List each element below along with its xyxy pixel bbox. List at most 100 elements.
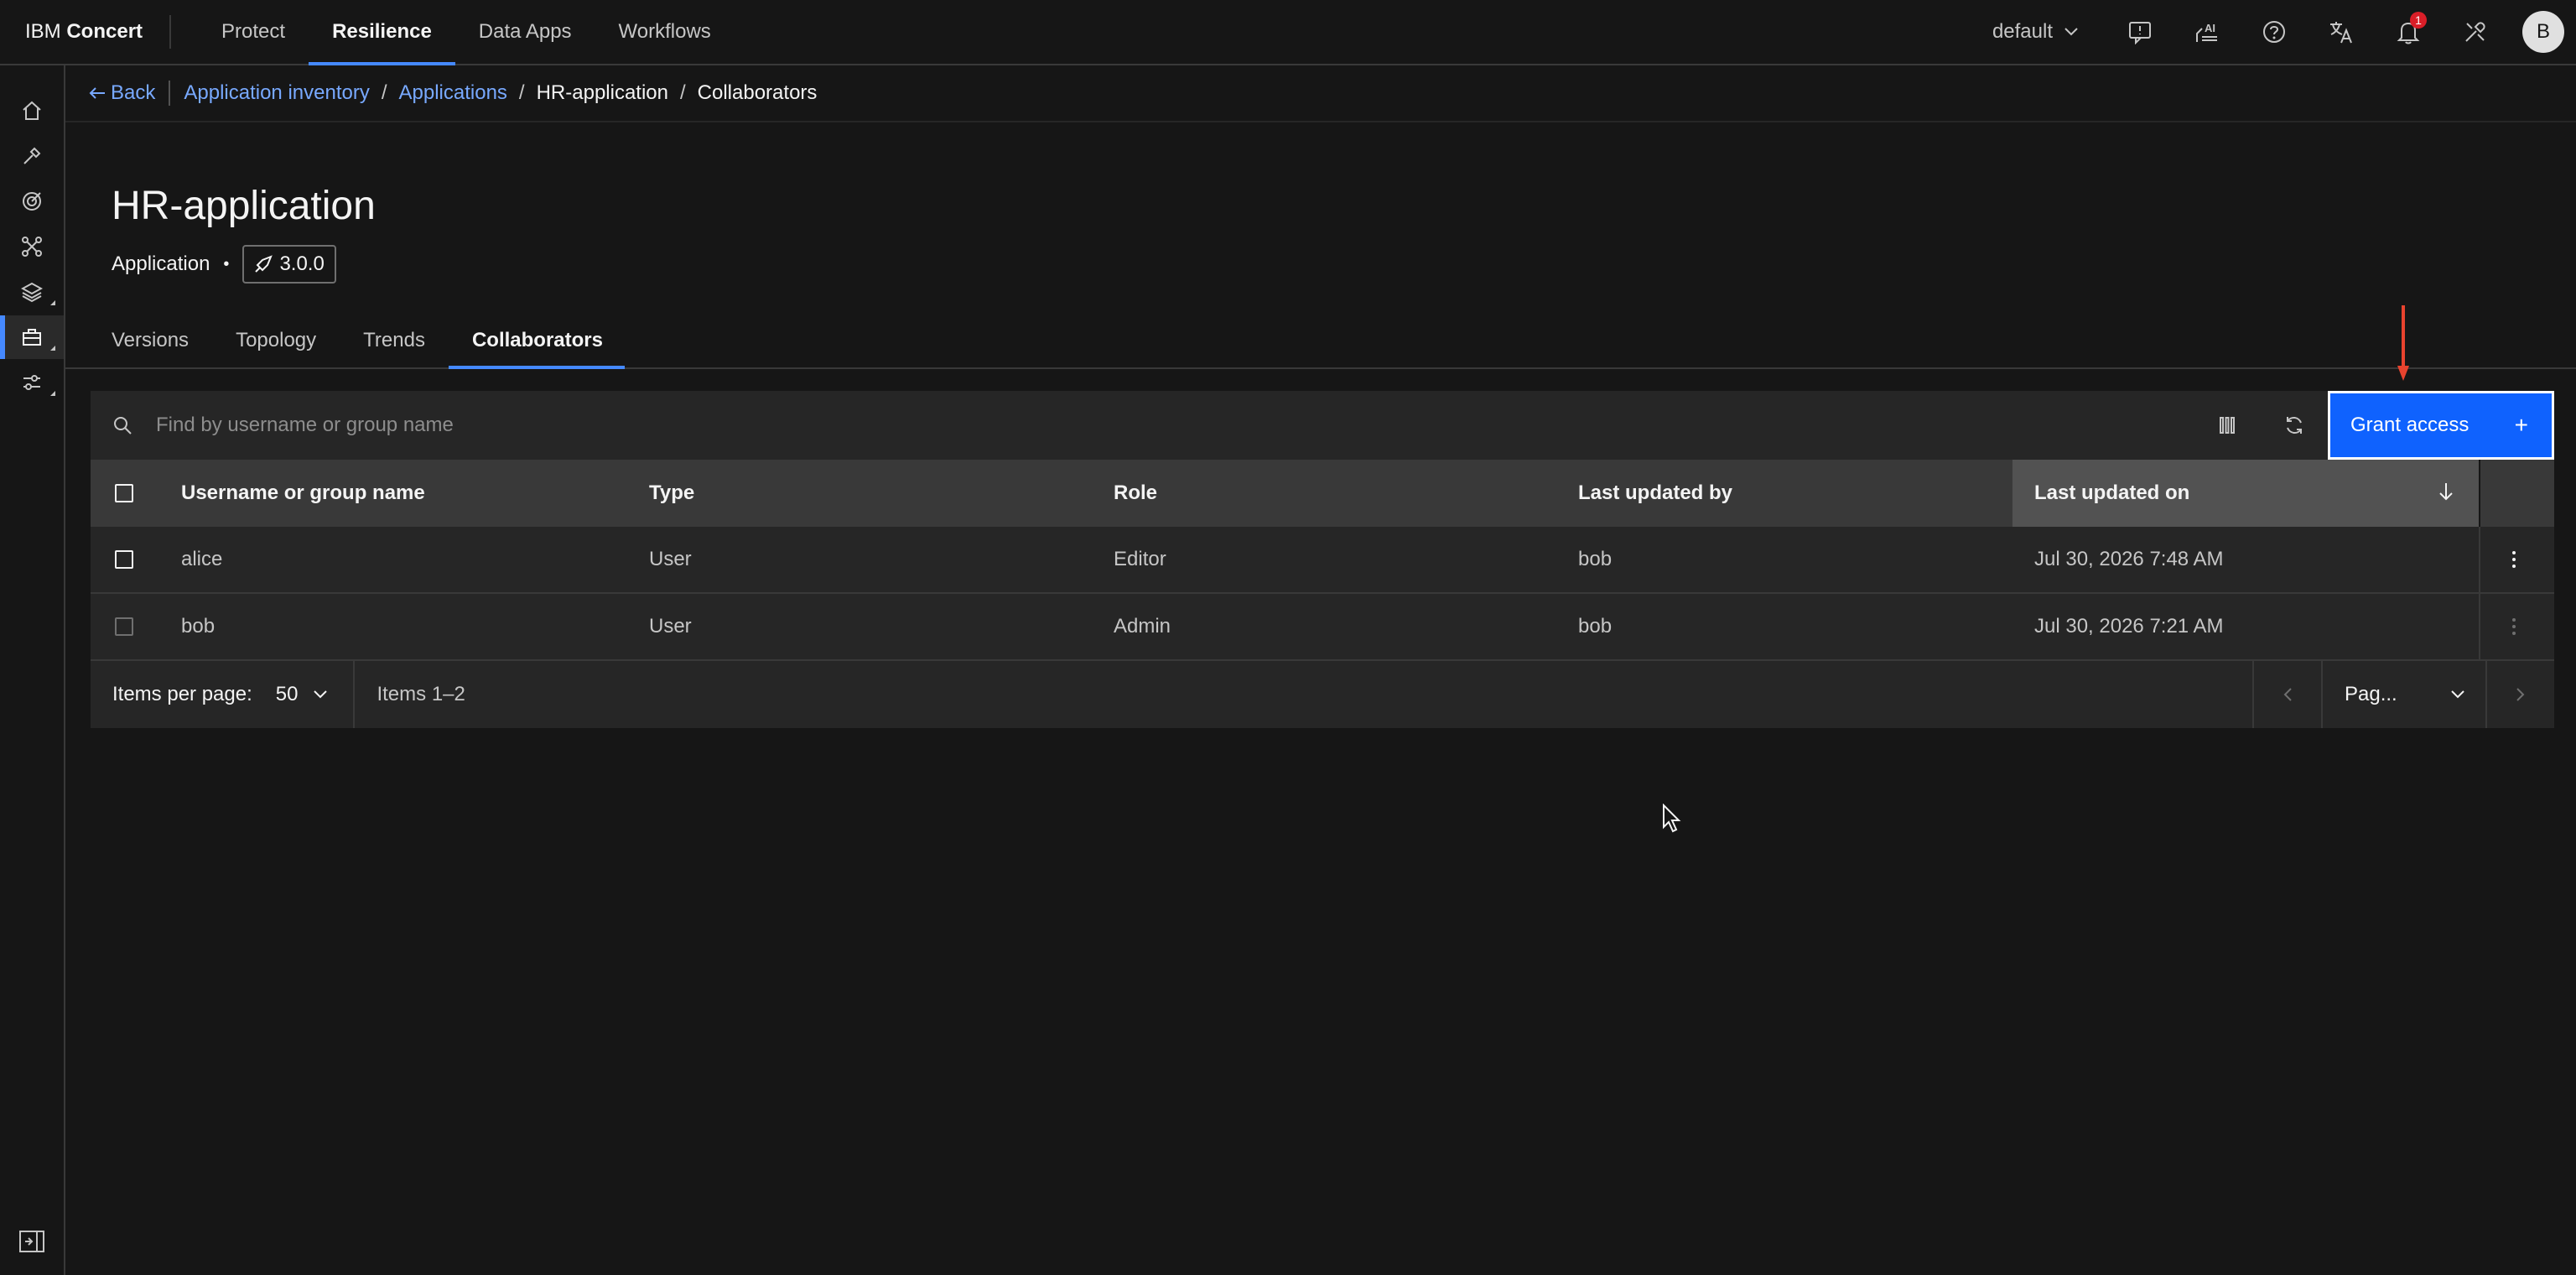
tools-icon bbox=[2465, 22, 2485, 42]
cell-last-updated-on: Jul 30, 2026 7:48 AM bbox=[2034, 548, 2224, 570]
avatar[interactable]: B bbox=[2522, 11, 2564, 53]
nav-protect[interactable]: Protect bbox=[198, 0, 309, 64]
rail-settings[interactable] bbox=[0, 361, 64, 404]
header-actions-cell bbox=[2479, 460, 2547, 527]
select-all-cell bbox=[91, 484, 158, 502]
previous-page-button[interactable] bbox=[2252, 661, 2321, 728]
nav-workflows[interactable]: Workflows bbox=[595, 0, 735, 64]
back-link[interactable]: Back bbox=[89, 81, 155, 105]
chevron-down-icon bbox=[2451, 690, 2464, 699]
cell-last-updated-on: Jul 30, 2026 7:21 AM bbox=[2034, 615, 2224, 638]
page-select[interactable]: Pag... bbox=[2321, 661, 2485, 728]
tab-topology[interactable]: Topology bbox=[236, 317, 316, 367]
next-page-button[interactable] bbox=[2485, 661, 2554, 728]
search-input[interactable] bbox=[154, 413, 1415, 438]
home-icon bbox=[23, 101, 41, 120]
submenu-indicator bbox=[50, 391, 55, 396]
expand-panel-icon bbox=[19, 1231, 44, 1252]
column-settings-button[interactable] bbox=[2194, 391, 2261, 460]
table-header: Username or group name Type Role Last up… bbox=[91, 460, 2554, 527]
chevron-down-icon bbox=[314, 690, 328, 699]
ai-assistant-button[interactable]: AI bbox=[2174, 0, 2241, 64]
sort-descending-icon bbox=[2439, 483, 2453, 501]
side-rail bbox=[0, 65, 65, 1275]
header-last-updated-on[interactable]: Last updated on bbox=[2012, 460, 2479, 527]
items-per-page-label: Items per page: bbox=[112, 683, 252, 705]
select-all-checkbox[interactable] bbox=[115, 484, 133, 502]
feedback-button[interactable] bbox=[2106, 0, 2174, 64]
row-select-cell bbox=[91, 617, 158, 636]
overflow-menu-icon bbox=[2512, 618, 2516, 635]
brand-ibm: IBM bbox=[25, 20, 61, 43]
table-toolbar: Grant access + bbox=[91, 391, 2554, 460]
header-role[interactable]: Role bbox=[1088, 481, 1553, 505]
cell-type: User bbox=[649, 548, 692, 570]
breadcrumb-separator: / bbox=[381, 81, 387, 104]
tools-button[interactable] bbox=[2442, 0, 2509, 64]
chevron-right-icon bbox=[2516, 688, 2525, 701]
header-divider bbox=[169, 15, 172, 49]
items-per-page-select[interactable]: 50 bbox=[276, 661, 356, 728]
layers-icon bbox=[21, 282, 43, 303]
header-type[interactable]: Type bbox=[624, 481, 1088, 505]
breadcrumb: Back Application inventory / Application… bbox=[65, 65, 2576, 122]
items-range: Items 1–2 bbox=[377, 683, 465, 705]
notification-badge: 1 bbox=[2410, 12, 2427, 29]
search-box bbox=[91, 391, 2194, 460]
rail-layers[interactable] bbox=[0, 270, 64, 314]
main-nav: Protect Resilience Data Apps Workflows bbox=[198, 0, 735, 65]
cell-username: alice bbox=[181, 548, 223, 570]
row-overflow-menu[interactable] bbox=[2479, 526, 2547, 593]
table-row[interactable]: alice User Editor bob Jul 30, 2026 7:48 … bbox=[91, 526, 2554, 594]
breadcrumb-application-inventory[interactable]: Application inventory bbox=[184, 81, 369, 105]
cell-type: User bbox=[649, 615, 692, 638]
nav-data-apps[interactable]: Data Apps bbox=[455, 0, 595, 64]
tab-versions[interactable]: Versions bbox=[112, 317, 189, 367]
row-overflow-menu-disabled bbox=[2479, 593, 2547, 660]
submenu-indicator bbox=[50, 346, 55, 351]
breadcrumb-applications[interactable]: Applications bbox=[399, 81, 507, 105]
rail-tools[interactable] bbox=[0, 134, 64, 178]
tenant-selector[interactable]: default bbox=[1992, 20, 2078, 44]
rail-network[interactable] bbox=[0, 225, 64, 268]
table-row[interactable]: bob User Admin bob Jul 30, 2026 7:21 AM bbox=[91, 593, 2554, 661]
target-icon bbox=[23, 192, 41, 211]
rail-inventory[interactable] bbox=[0, 315, 64, 359]
rail-target[interactable] bbox=[0, 180, 64, 223]
feedback-icon bbox=[2129, 22, 2151, 44]
help-button[interactable] bbox=[2241, 0, 2308, 64]
expand-panel-button[interactable] bbox=[18, 1230, 45, 1253]
tenant-label: default bbox=[1992, 20, 2053, 43]
tools-icon bbox=[23, 147, 41, 164]
cell-role: Admin bbox=[1114, 615, 1171, 638]
breadcrumb-hr-application: HR-application bbox=[536, 81, 668, 104]
settings-sliders-icon bbox=[23, 375, 40, 390]
items-per-page-value: 50 bbox=[275, 683, 299, 705]
product-name[interactable]: IBM Concert bbox=[0, 20, 143, 44]
refresh-button[interactable] bbox=[2261, 391, 2328, 460]
tab-collaborators[interactable]: Collaborators bbox=[448, 317, 626, 369]
translate-button[interactable] bbox=[2308, 0, 2375, 64]
top-header: IBM Concert Protect Resilience Data Apps… bbox=[0, 0, 2576, 65]
overflow-menu-icon bbox=[2512, 551, 2516, 568]
meta-dot: • bbox=[223, 254, 230, 273]
cell-role: Editor bbox=[1114, 548, 1166, 570]
help-icon bbox=[2263, 21, 2285, 43]
svg-text:AI: AI bbox=[2205, 22, 2215, 34]
header-username[interactable]: Username or group name bbox=[158, 481, 624, 505]
header-actions: default AI 1 B bbox=[1992, 0, 2576, 64]
add-icon: + bbox=[2514, 412, 2528, 438]
tab-trends[interactable]: Trends bbox=[363, 317, 425, 367]
nav-resilience[interactable]: Resilience bbox=[309, 0, 455, 65]
rail-home[interactable] bbox=[0, 89, 64, 133]
back-label: Back bbox=[111, 81, 156, 104]
brand-concert: Concert bbox=[66, 20, 143, 43]
inventory-icon bbox=[23, 329, 41, 346]
mouse-cursor-icon bbox=[1663, 804, 1681, 833]
grant-access-button[interactable]: Grant access + bbox=[2328, 391, 2554, 460]
row-checkbox[interactable] bbox=[115, 550, 133, 569]
arrow-left-icon bbox=[89, 87, 105, 99]
search-icon bbox=[114, 417, 132, 435]
header-last-updated-by[interactable]: Last updated by bbox=[1553, 481, 2012, 505]
notifications-button[interactable]: 1 bbox=[2375, 0, 2442, 64]
